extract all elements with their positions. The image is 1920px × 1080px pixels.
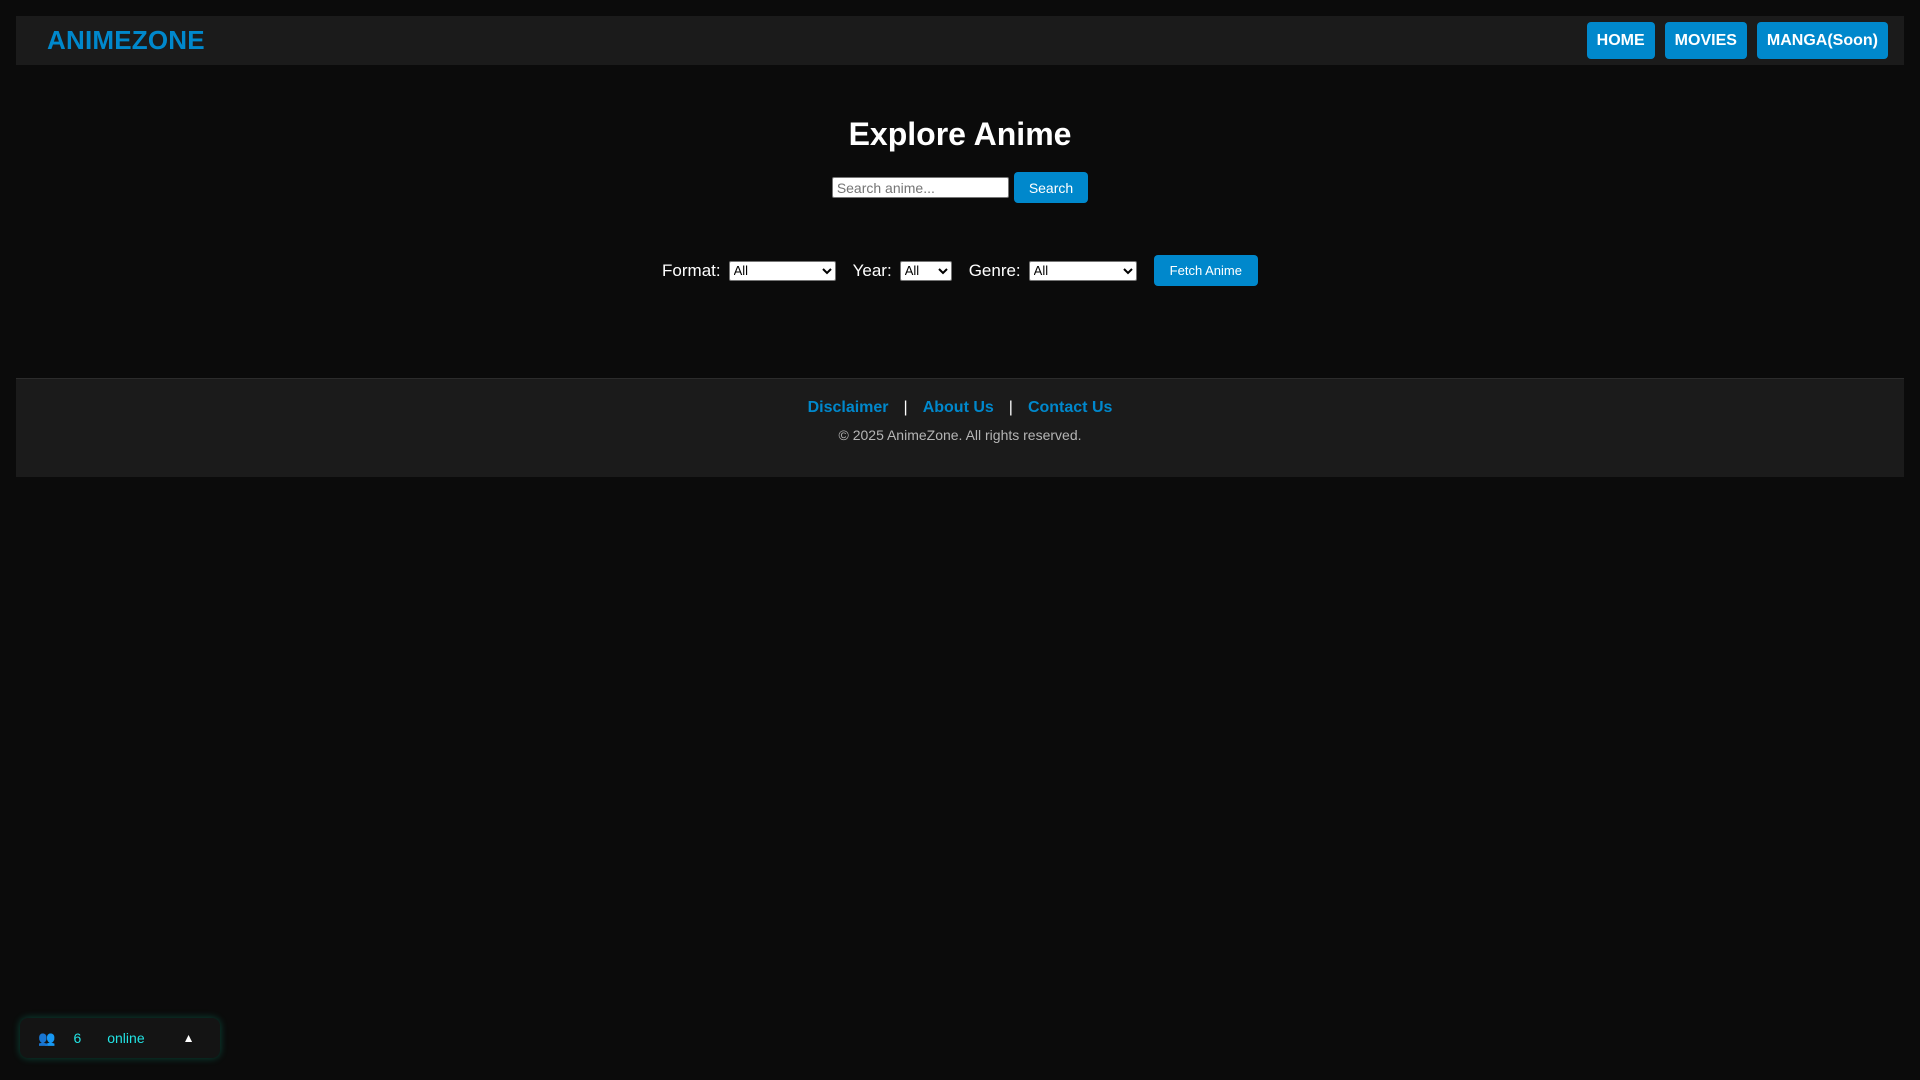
footer-link-about[interactable]: About Us (923, 399, 994, 417)
chevron-up-icon[interactable]: ▲ (183, 1031, 195, 1045)
format-label: Format: (662, 260, 721, 280)
search-input[interactable] (831, 177, 1009, 198)
navbar: ANIMEZONE HOME MOVIES MANGA(Soon) (16, 16, 1904, 65)
online-count: 6 (73, 1030, 82, 1046)
hero-section: Explore Anime Search (0, 110, 1920, 203)
search-button[interactable]: Search (1013, 172, 1089, 203)
year-select[interactable]: All (899, 260, 952, 281)
page-title: Explore Anime (848, 116, 1072, 152)
genre-label: Genre: (968, 260, 1021, 280)
footer-separator: | (1008, 399, 1013, 416)
online-label: online (107, 1030, 145, 1046)
footer-separator: | (903, 399, 908, 416)
year-label: Year: (852, 260, 892, 280)
online-users-widget[interactable]: 👥 6 online ▲ (20, 1018, 220, 1058)
fetch-anime-button[interactable]: Fetch Anime (1153, 255, 1258, 286)
footer-link-disclaimer[interactable]: Disclaimer (808, 399, 889, 417)
nav-links: HOME MOVIES MANGA(Soon) (1586, 22, 1888, 59)
format-select[interactable]: All (728, 260, 836, 281)
users-icon: 👥 (38, 1029, 56, 1046)
footer: Disclaimer | About Us | Contact Us © 202… (16, 378, 1904, 477)
footer-links: Disclaimer | About Us | Contact Us (16, 399, 1904, 417)
nav-movies-button[interactable]: MOVIES (1664, 22, 1747, 59)
footer-link-contact[interactable]: Contact Us (1028, 399, 1112, 417)
site-logo[interactable]: ANIMEZONE (47, 25, 205, 56)
filter-bar: Format: All Year: All Genre: All Fetch A… (0, 255, 1920, 286)
genre-select[interactable]: All (1028, 260, 1137, 281)
nav-home-button[interactable]: HOME (1586, 22, 1655, 59)
copyright-text: © 2025 AnimeZone. All rights reserved. (838, 427, 1082, 443)
nav-manga-button[interactable]: MANGA(Soon) (1756, 22, 1888, 59)
search-bar: Search (0, 172, 1920, 203)
